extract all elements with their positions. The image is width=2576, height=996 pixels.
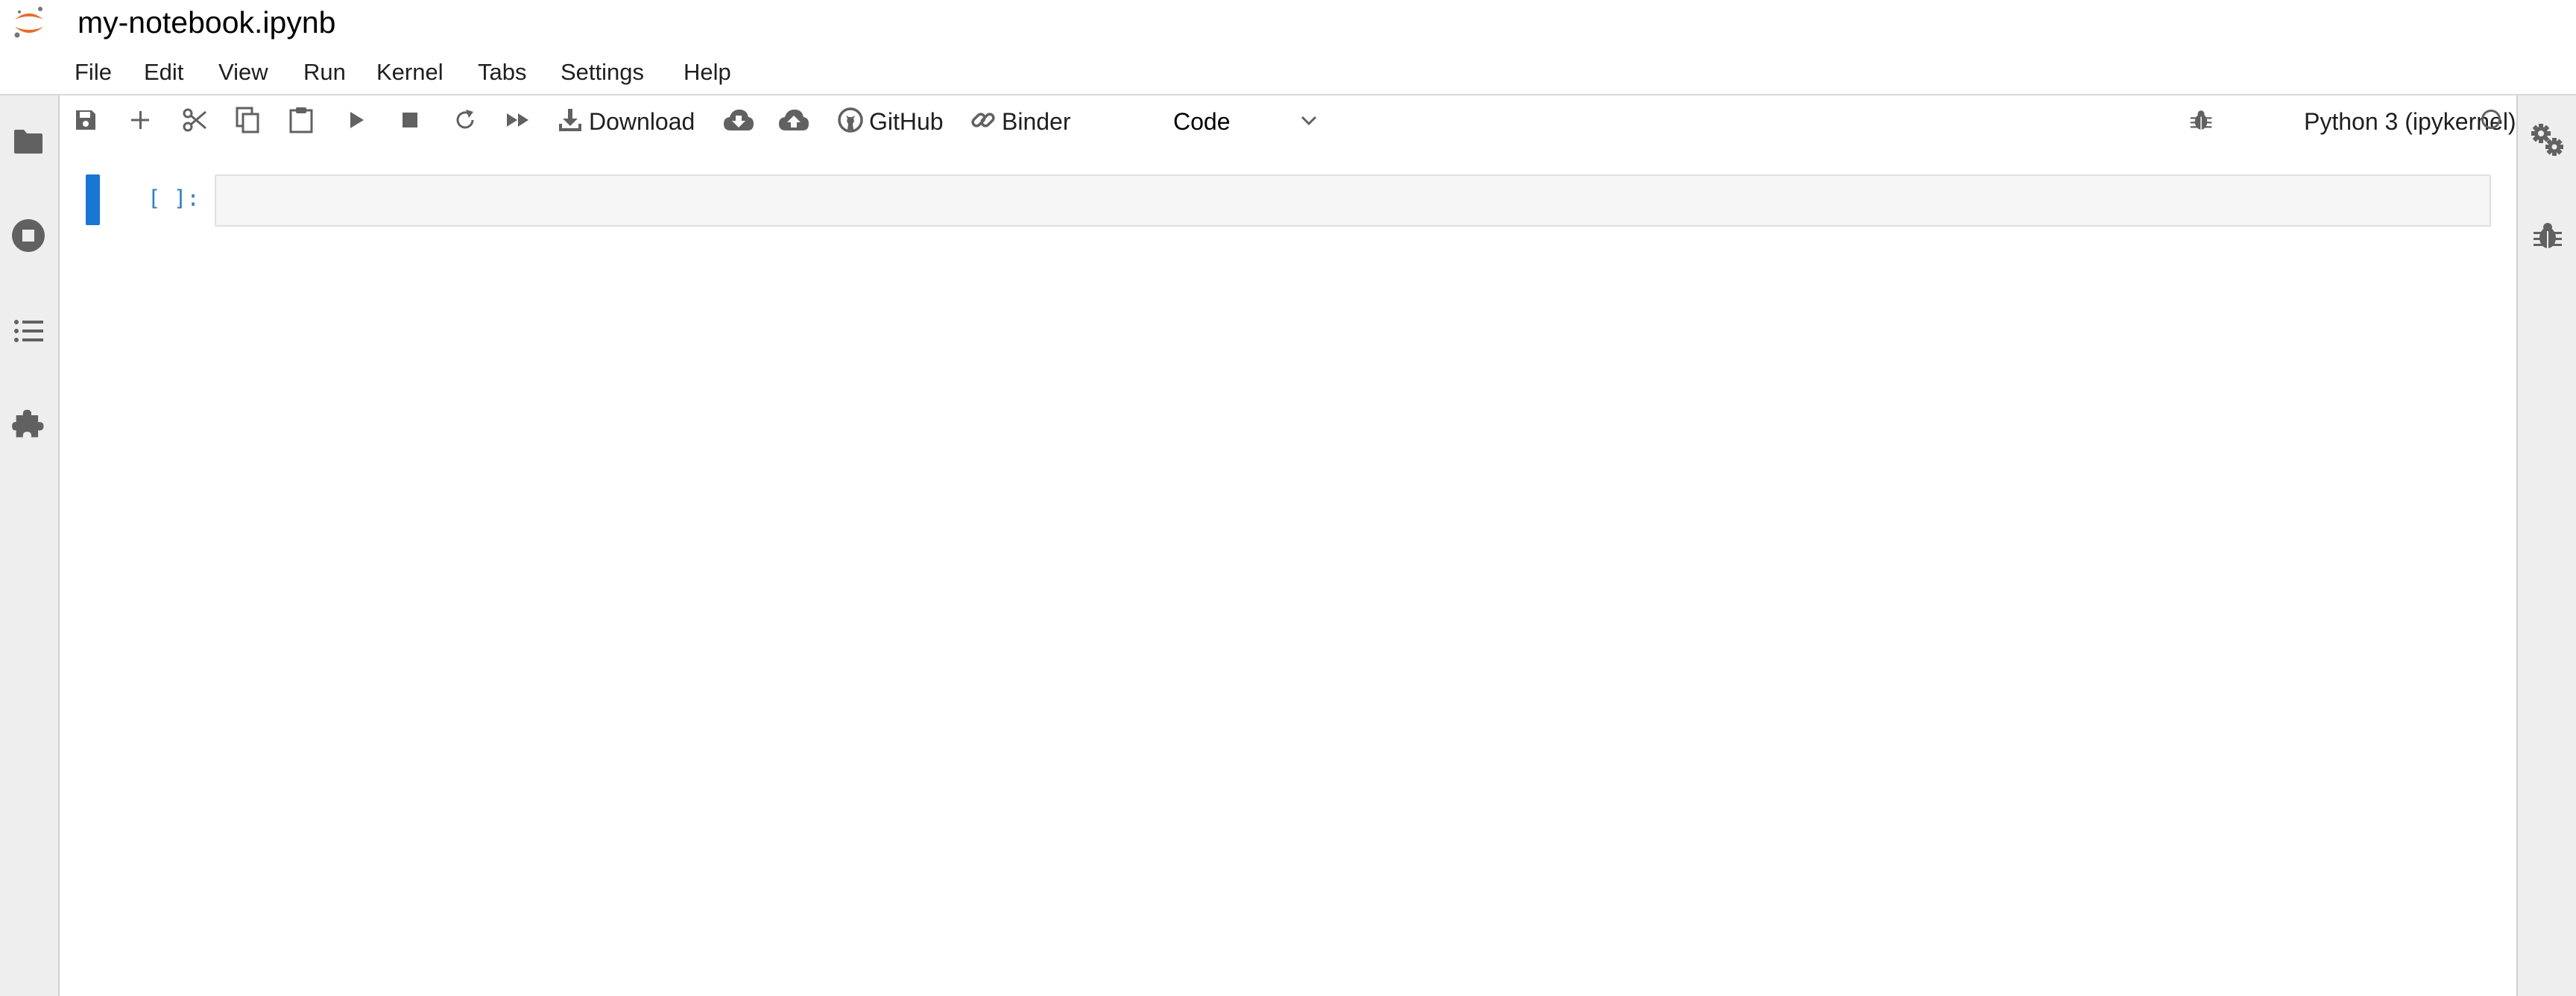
- github-label: GitHub: [869, 107, 944, 135]
- link-icon: [970, 107, 996, 136]
- jupyter-logo-icon[interactable]: [10, 4, 48, 40]
- save-icon: [75, 109, 97, 135]
- left-sidebar: [0, 95, 60, 996]
- cut-button[interactable]: [182, 95, 207, 148]
- circle-icon: [2481, 110, 2501, 129]
- bug-icon: [2190, 108, 2212, 136]
- cell-type-value: Code: [1173, 107, 1231, 135]
- cloud-upload-button[interactable]: [778, 95, 809, 148]
- debugger-toggle[interactable]: [2190, 95, 2212, 148]
- download-label: Download: [589, 107, 695, 135]
- fast-forward-icon: [505, 111, 531, 133]
- menu-kernel[interactable]: Kernel: [376, 54, 443, 91]
- menu-bar: File Edit View Run Kernel Tabs Settings …: [0, 54, 2576, 91]
- bug-icon[interactable]: [2525, 213, 2570, 258]
- stop-icon: [401, 111, 419, 133]
- download-button[interactable]: Download: [558, 95, 695, 148]
- right-sidebar: [2516, 95, 2576, 996]
- menu-view[interactable]: View: [218, 54, 268, 91]
- notebook-toolbar: Download GitHub Binder Code Python 3 (ip…: [60, 95, 2516, 148]
- list-icon[interactable]: [6, 309, 51, 353]
- folder-icon[interactable]: [6, 119, 51, 164]
- paste-icon: [289, 107, 313, 137]
- save-button[interactable]: [75, 95, 97, 148]
- run-icon: [347, 110, 365, 133]
- binder-label: Binder: [1002, 107, 1071, 135]
- cell-type-select[interactable]: Code: [1112, 101, 1336, 142]
- menu-file[interactable]: File: [75, 54, 112, 91]
- copy-button[interactable]: [236, 95, 259, 148]
- gears-icon[interactable]: [2525, 118, 2570, 163]
- add-icon: [130, 110, 151, 134]
- insert-cell-button[interactable]: [130, 95, 151, 148]
- github-button[interactable]: GitHub: [838, 95, 944, 148]
- github-icon: [838, 107, 863, 136]
- menu-run[interactable]: Run: [303, 54, 346, 91]
- run-button[interactable]: [347, 95, 365, 148]
- puzzle-icon[interactable]: [6, 403, 51, 447]
- cell-prompt: [ ]:: [148, 186, 200, 211]
- run-all-button[interactable]: [505, 95, 531, 148]
- menu-settings[interactable]: Settings: [561, 54, 644, 91]
- notebook-title[interactable]: my-notebook.ipynb: [78, 3, 335, 42]
- top-bar: my-notebook.ipynb: [0, 0, 2576, 45]
- cloud-upload-icon: [778, 108, 809, 136]
- menu-edit[interactable]: Edit: [144, 54, 183, 91]
- interrupt-button[interactable]: [401, 95, 419, 148]
- restart-icon: [453, 108, 477, 136]
- cell-collapser[interactable]: [86, 174, 100, 225]
- menu-tabs[interactable]: Tabs: [478, 54, 526, 91]
- paste-button[interactable]: [289, 95, 313, 148]
- download-icon: [558, 107, 583, 136]
- menu-help[interactable]: Help: [684, 54, 731, 91]
- stop-circle-icon[interactable]: [6, 213, 51, 258]
- cloud-download-icon: [723, 108, 754, 136]
- copy-icon: [236, 107, 259, 137]
- cut-icon: [182, 107, 207, 136]
- binder-button[interactable]: Binder: [970, 95, 1071, 148]
- cloud-download-button[interactable]: [723, 95, 754, 148]
- code-cell-input[interactable]: [215, 174, 2491, 227]
- chevron-down-icon: [1300, 113, 1318, 132]
- restart-button[interactable]: [453, 95, 477, 148]
